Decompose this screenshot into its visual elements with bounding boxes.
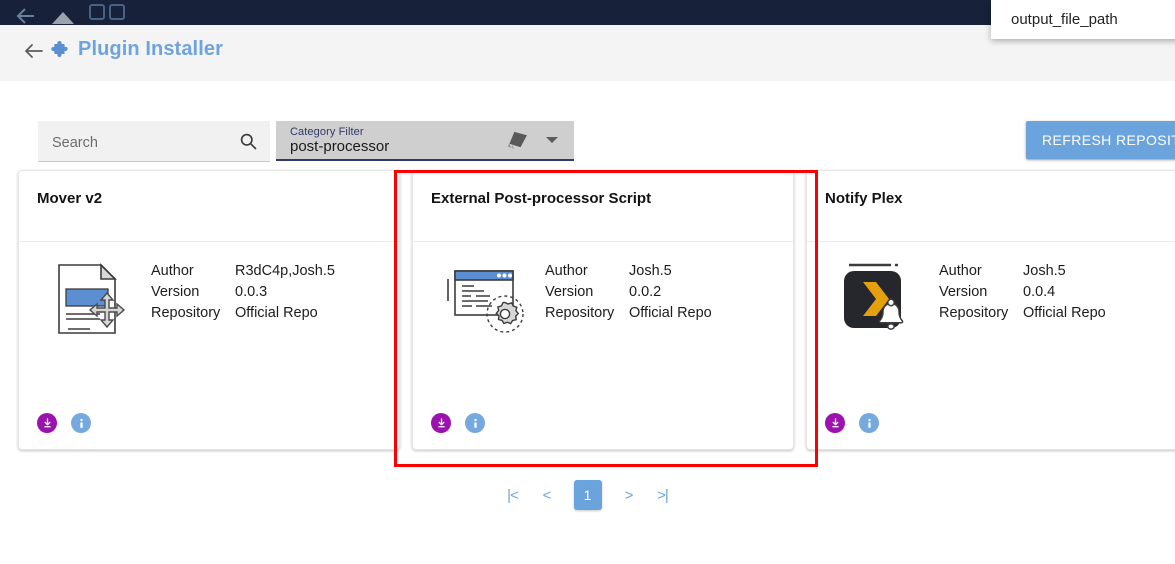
pagination-last-button[interactable]: >| [648, 480, 678, 510]
plugin-card-body: Author R3dC4p,Josh.5 Version 0.0.3 Repos… [19, 241, 399, 449]
plugin-title: Mover v2 [37, 190, 103, 207]
search-icon[interactable] [238, 131, 258, 151]
meta-row: Author Josh.5 [545, 261, 712, 282]
meta-key: Version [151, 284, 200, 300]
meta-value: 0.0.3 [235, 284, 268, 300]
meta-row: Repository Official Repo [939, 303, 1106, 324]
meta-value: Official Repo [629, 305, 712, 321]
meta-key: Author [545, 263, 588, 279]
pagination-first-button[interactable]: |< [498, 480, 528, 510]
plugin-card-actions [431, 413, 485, 433]
meta-key: Author [939, 263, 982, 279]
plugin-card-actions [825, 413, 879, 433]
chevron-down-icon[interactable] [546, 137, 558, 143]
meta-key: Version [939, 284, 988, 300]
download-icon[interactable] [431, 413, 451, 433]
output-file-path-tooltip: output_file_path [991, 0, 1175, 39]
pagination-page-1[interactable]: 1 [573, 480, 602, 510]
plugin-card-header: Mover v2 [19, 171, 399, 242]
meta-value: Official Repo [235, 305, 318, 321]
meta-row: Version 0.0.4 [939, 282, 1106, 303]
document-move-icon [49, 259, 141, 345]
pagination: |< < 1 > >| [0, 473, 1175, 517]
script-gear-icon [443, 259, 535, 345]
back-button[interactable] [22, 39, 46, 63]
os-back-arrow-icon[interactable] [14, 4, 38, 25]
meta-key: Version [545, 284, 594, 300]
info-icon[interactable] [859, 413, 879, 433]
plugin-card[interactable]: External Post-processor Script Author Jo… [412, 170, 794, 450]
meta-row: Author Josh.5 [939, 261, 1106, 282]
os-tabs-icon[interactable] [88, 3, 128, 23]
meta-row: Repository Official Repo [151, 303, 335, 324]
meta-row: Author R3dC4p,Josh.5 [151, 261, 335, 282]
pagination-prev-button[interactable]: < [532, 480, 562, 510]
page-title: Plugin Installer [78, 38, 223, 60]
plugin-card[interactable]: Notify Plex Author Josh.5 Version 0.0.4 … [806, 170, 1175, 450]
main-content: Category Filter post-processor REFRESH R… [0, 81, 1175, 564]
plugin-card-header: Notify Plex [807, 171, 1175, 242]
meta-key: Author [151, 263, 194, 279]
plugin-title: Notify Plex [825, 190, 903, 207]
plugin-card-actions [37, 413, 91, 433]
category-filter-value: post-processor [290, 138, 390, 155]
plugin-card-grid: Mover v2 Author R3dC4p,Josh.5 Version 0.… [0, 170, 1175, 460]
plugin-card[interactable]: Mover v2 Author R3dC4p,Josh.5 Version 0.… [18, 170, 400, 450]
os-home-triangle-icon[interactable] [50, 6, 76, 25]
meta-value: 0.0.4 [1023, 284, 1056, 300]
meta-value: R3dC4p,Josh.5 [235, 263, 335, 279]
tooltip-label: output_file_path [1011, 11, 1118, 28]
meta-row: Repository Official Repo [545, 303, 712, 324]
meta-value: 0.0.2 [629, 284, 662, 300]
plex-bell-icon [837, 259, 929, 345]
plugin-card-body: Author Josh.5 Version 0.0.4 Repository O… [807, 241, 1175, 449]
plugin-meta: Author Josh.5 Version 0.0.2 Repository O… [545, 261, 712, 324]
pagination-next-button[interactable]: > [614, 480, 644, 510]
meta-value: Josh.5 [1023, 263, 1066, 279]
plugin-title: External Post-processor Script [431, 190, 652, 207]
info-icon[interactable] [71, 413, 91, 433]
meta-row: Version 0.0.3 [151, 282, 335, 303]
search-input[interactable] [50, 121, 244, 164]
plugin-meta: Author R3dC4p,Josh.5 Version 0.0.3 Repos… [151, 261, 335, 324]
meta-key: Repository [151, 305, 221, 321]
download-icon[interactable] [37, 413, 57, 433]
plugin-card-body: Author Josh.5 Version 0.0.2 Repository O… [413, 241, 793, 449]
category-layers-icon [506, 130, 530, 152]
meta-key: Repository [939, 305, 1009, 321]
plugin-meta: Author Josh.5 Version 0.0.4 Repository O… [939, 261, 1106, 324]
plugin-card-header: External Post-processor Script [413, 171, 793, 242]
category-filter-select[interactable]: Category Filter post-processor [276, 121, 574, 161]
info-icon[interactable] [465, 413, 485, 433]
puzzle-piece-icon [50, 39, 72, 61]
search-field[interactable] [38, 121, 270, 164]
meta-key: Repository [545, 305, 615, 321]
meta-row: Version 0.0.2 [545, 282, 712, 303]
refresh-repositories-button[interactable]: REFRESH REPOSITORIES [1026, 121, 1175, 159]
download-icon[interactable] [825, 413, 845, 433]
category-filter-label: Category Filter [290, 126, 364, 138]
meta-value: Official Repo [1023, 305, 1106, 321]
meta-value: Josh.5 [629, 263, 672, 279]
